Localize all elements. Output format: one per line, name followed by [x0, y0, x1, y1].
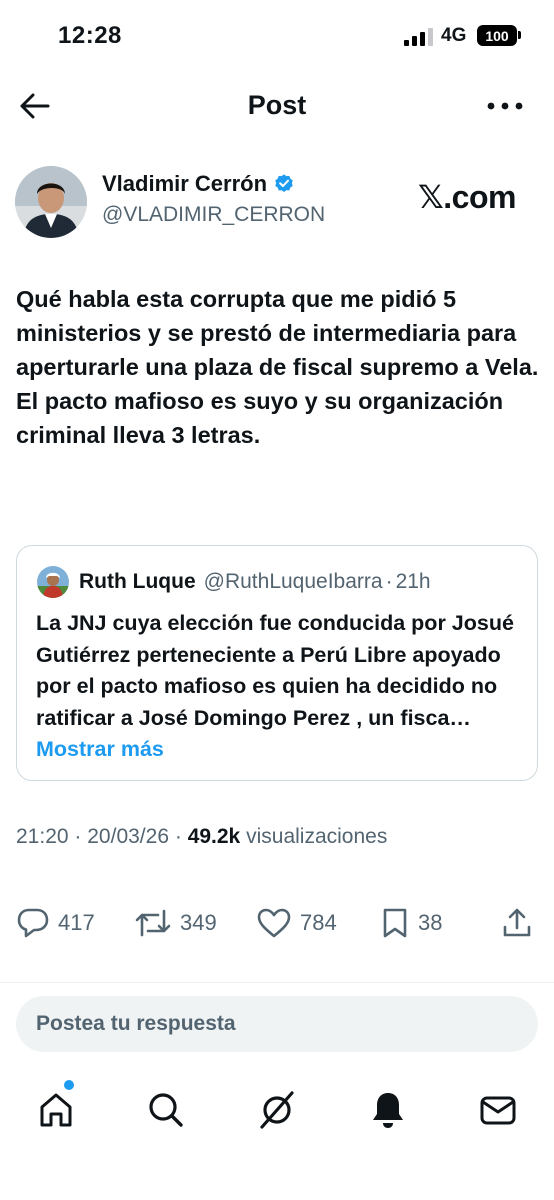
more-horizontal-icon: [487, 102, 523, 110]
quoted-author-handle: @RuthLuqueIbarra: [203, 570, 383, 593]
meta-separator: ·: [174, 825, 182, 848]
share-icon: [503, 908, 531, 937]
quoted-author-avatar: [37, 566, 69, 598]
verified-badge-icon: [275, 174, 293, 192]
heart-icon: [257, 908, 291, 938]
nav-home[interactable]: [32, 1086, 80, 1134]
reply-count: 417: [58, 910, 95, 935]
bookmark-icon: [383, 908, 407, 938]
grok-icon: [260, 1091, 294, 1129]
repost-count: 349: [180, 910, 217, 935]
author-handle[interactable]: @VLADIMIR_CERRON: [102, 203, 325, 227]
quoted-post-header: Ruth Luque @RuthLuqueIbarra · 21h: [37, 566, 431, 598]
quoted-text-body: La JNJ cuya elección fue conducida por J…: [36, 611, 514, 730]
messages-icon: [480, 1096, 516, 1125]
avatar-photo: [15, 166, 87, 238]
reply-button[interactable]: 417: [16, 900, 95, 946]
quoted-post-text: La JNJ cuya elección fue conducida por J…: [36, 608, 536, 766]
notifications-icon: [373, 1093, 403, 1128]
battery-indicator: 100: [477, 25, 517, 46]
more-options-button[interactable]: [484, 92, 526, 120]
x-logo-watermark: 𝕏.com: [418, 179, 516, 215]
post-text: Qué habla esta corrupta que me pidió 5 m…: [16, 286, 539, 448]
post-header: Post: [0, 78, 554, 134]
network-type: 4G: [441, 25, 467, 46]
nav-grok[interactable]: [253, 1086, 301, 1134]
reply-input[interactable]: Postea tu respuesta: [16, 996, 538, 1052]
bookmark-count: 38: [418, 910, 443, 935]
nav-messages[interactable]: [474, 1086, 522, 1134]
home-notification-dot: [64, 1080, 74, 1090]
home-icon: [40, 1093, 72, 1127]
back-button[interactable]: [18, 90, 52, 122]
divider: [0, 982, 554, 983]
search-icon: [149, 1093, 183, 1127]
nav-search[interactable]: [142, 1086, 190, 1134]
post-meta: 21:20 · 20/03/26 · 49.2k visualizaciones: [16, 825, 387, 849]
author-name-row[interactable]: Vladimir Cerrón: [102, 171, 295, 197]
post-date: 20/03/26: [87, 825, 169, 848]
author-name[interactable]: Vladimir Cerrón: [102, 171, 267, 197]
reply-placeholder: Postea tu respuesta: [36, 1012, 236, 1035]
bookmark-button[interactable]: 38: [380, 900, 442, 946]
repost-button[interactable]: 349: [134, 900, 217, 946]
signal-icon: [404, 28, 433, 46]
bottom-nav: [0, 1072, 554, 1148]
quoted-separator: ·: [385, 570, 393, 593]
author-avatar[interactable]: [15, 166, 87, 238]
views-label: visualizaciones: [246, 825, 388, 848]
status-bar: 12:28 4G 100: [0, 0, 554, 70]
quoted-avatar-photo: [37, 566, 69, 598]
meta-separator: ·: [74, 825, 82, 848]
action-bar: 417 349 784 38: [0, 900, 554, 946]
quoted-post-card[interactable]: Ruth Luque @RuthLuqueIbarra · 21h La JNJ…: [16, 545, 538, 781]
like-count: 784: [300, 910, 337, 935]
repost-icon: [135, 909, 171, 937]
quoted-author-name: Ruth Luque: [79, 570, 196, 593]
arrow-left-icon: [20, 93, 50, 119]
like-button[interactable]: 784: [256, 900, 337, 946]
quoted-timestamp: 21h: [395, 570, 431, 593]
share-button[interactable]: [502, 900, 532, 946]
page-title: Post: [247, 90, 307, 120]
views-count: 49.2k: [187, 825, 241, 848]
show-more-link[interactable]: Mostrar más: [36, 737, 164, 761]
battery-level: 100: [485, 27, 509, 44]
nav-notifications[interactable]: [364, 1086, 412, 1134]
reply-icon: [17, 908, 49, 938]
status-time: 12:28: [58, 22, 122, 49]
battery-nub: [518, 31, 521, 39]
post-time: 21:20: [16, 825, 69, 848]
